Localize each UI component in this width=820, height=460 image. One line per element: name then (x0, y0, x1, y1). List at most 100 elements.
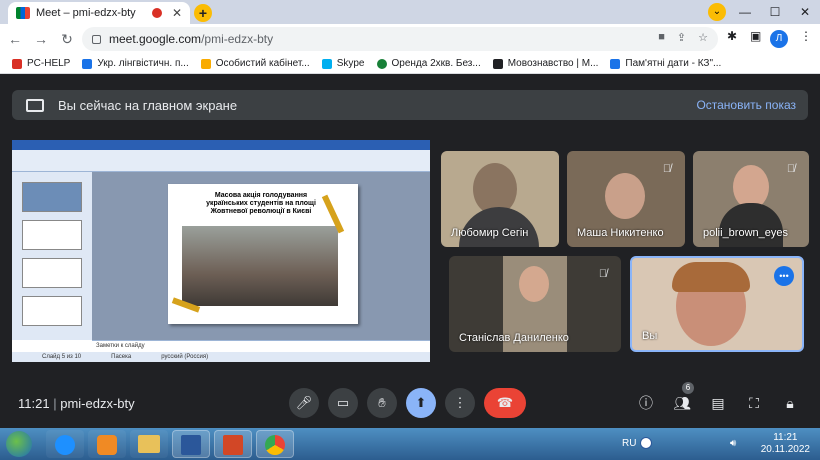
bookmark-item[interactable]: Особистий кабінет... (200, 58, 310, 69)
bookmark-item[interactable]: Оренда 2хкв. Без... (376, 58, 481, 69)
leave-call-icon[interactable]: ☎︎ (484, 388, 526, 418)
bookmark-item[interactable]: Мовознавство | М... (492, 58, 598, 69)
participant-tile[interactable]: 🎙̸ Станіслав Даниленко (449, 256, 621, 352)
shared-screen: Масова акція голодування українських сту… (12, 140, 430, 362)
ppt-slide-thumbnails (12, 172, 92, 340)
slide-notes: Заметки к слайду (92, 340, 430, 352)
meet-control-bar: 11:21 | pmi-edzx-bty 🎤︎ ▭ ✋︎ ⬆ ⋮ ☎︎ ⓘ 👥︎… (0, 378, 820, 428)
tab-strip: Meet – pmi-edzx-bty ✕ + ⌄ — ☐ ✕ (0, 0, 820, 24)
windows-taskbar: RU 🔊︎ 11:21 20.11.2022 (0, 428, 820, 460)
home-icon (376, 58, 387, 69)
forward-arrow-icon[interactable]: → (30, 31, 52, 47)
folder-icon (200, 58, 211, 69)
banner-text: Вы сейчас на главном экране (58, 97, 238, 113)
mic-off-icon: 🎙̸ (598, 268, 608, 280)
slide-photo (182, 226, 338, 306)
ppt-ribbon (12, 150, 430, 172)
plus-icon (12, 58, 22, 69)
tab-search-button[interactable]: ⌄ (708, 3, 726, 21)
tab-title: Meet – pmi-edzx-bty (36, 7, 136, 19)
present-screen-icon (26, 98, 44, 112)
participant-name: polii_brown_eyes (703, 227, 788, 239)
more-options-icon[interactable]: ••• (774, 266, 794, 286)
back-arrow-icon[interactable]: ← (4, 31, 26, 47)
camera-icon[interactable]: ▭ (328, 388, 358, 418)
word-icon[interactable] (172, 430, 210, 458)
bookmarks-bar: PC-HELP Укр. лінгвістичн. п... Особистий… (0, 54, 820, 74)
present-now-icon[interactable]: ⬆ (406, 388, 436, 418)
meeting-time: 11:21 | pmi-edzx-bty (18, 396, 135, 411)
language-indicator[interactable]: RU (622, 438, 636, 449)
url-path: /pmi-edzx-bty (201, 32, 274, 46)
mic-off-icon: 🎙̸ (662, 163, 672, 175)
minimize-button[interactable]: — (730, 2, 760, 22)
chrome-icon[interactable] (256, 430, 294, 458)
lock-icon (92, 34, 101, 44)
ppt-statusbar: Слайд 5 из 10 Пасека русский (Россия) (12, 352, 430, 362)
clock[interactable]: 11:21 20.11.2022 (761, 432, 810, 456)
star-icon[interactable]: ☆ (698, 31, 708, 44)
profile-avatar[interactable]: Л (770, 30, 788, 48)
participant-face (519, 266, 549, 302)
ie-icon[interactable] (46, 430, 84, 458)
help-icon[interactable] (640, 437, 652, 449)
share-icon[interactable]: ⇪ (677, 31, 686, 44)
media-player-icon[interactable] (88, 430, 126, 458)
ppt-titlebar (12, 140, 430, 150)
globe-icon (82, 58, 93, 69)
presenting-banner: Вы сейчас на главном экране Остановить п… (12, 90, 808, 120)
participant-tile[interactable]: Любомир Сегін (441, 151, 559, 247)
chat-icon[interactable]: ▤ (709, 394, 727, 412)
tab-close-icon[interactable]: ✕ (172, 6, 182, 20)
browser-toolbar: ← → ↻ meet.google.com /pmi-edzx-bty ■ ⇪ … (0, 24, 820, 54)
slide: Масова акція голодування українських сту… (168, 184, 358, 324)
explorer-icon[interactable] (130, 430, 168, 458)
mountain-icon (610, 58, 621, 69)
window-controls: — ☐ ✕ (730, 2, 820, 22)
volume-icon[interactable]: 🔊︎ (730, 438, 736, 449)
recording-dot-icon (151, 8, 162, 18)
more-options-icon[interactable]: ⋮ (445, 388, 475, 418)
address-bar[interactable]: meet.google.com /pmi-edzx-bty ■ ⇪ ☆ (82, 27, 718, 51)
url-host: meet.google.com (109, 32, 202, 46)
participant-tile[interactable]: 🎙̸ Маша Никитенко (567, 151, 685, 247)
people-icon[interactable]: 👥︎ (673, 394, 691, 412)
camera-permission-icon[interactable]: ■ (658, 31, 665, 44)
skype-icon (321, 58, 332, 69)
bookmark-item[interactable]: PC-HELP (12, 58, 70, 69)
microphone-icon[interactable]: 🎤︎ (289, 388, 319, 418)
self-tile[interactable]: ••• Вы (630, 256, 804, 352)
slide-title: Масова акція голодування українських сту… (206, 192, 316, 215)
side-panel-icon[interactable]: ▣ (750, 29, 761, 43)
bookmark-item[interactable]: Пам'ятні дати - КЗ"... (610, 58, 721, 69)
participant-name: Маша Никитенко (577, 227, 664, 239)
self-hair (672, 262, 750, 292)
wix-icon (492, 58, 503, 69)
activities-icon[interactable]: ⛶ (745, 394, 763, 412)
participant-tile[interactable]: 🎙̸ polii_brown_eyes (693, 151, 809, 247)
powerpoint-icon[interactable] (214, 430, 252, 458)
mic-off-icon: 🎙̸ (786, 163, 796, 175)
reload-icon[interactable]: ↻ (56, 31, 78, 48)
bookmark-item[interactable]: Skype (321, 58, 365, 69)
stop-presenting-button[interactable]: Остановить показ (696, 98, 796, 112)
menu-icon[interactable]: ⋮ (800, 29, 812, 43)
close-window-button[interactable]: ✕ (790, 2, 820, 22)
participant-name: Любомир Сегін (451, 227, 529, 239)
tab-meet[interactable]: Meet – pmi-edzx-bty ✕ (8, 2, 190, 24)
start-button[interactable] (6, 431, 32, 457)
bookmark-item[interactable]: Укр. лінгвістичн. п... (82, 58, 189, 69)
participant-name: Вы (642, 330, 658, 342)
participant-count: 6 (682, 382, 694, 394)
participant-name: Станіслав Даниленко (459, 332, 569, 344)
ppt-slide-area: Масова акція голодування українських сту… (92, 172, 430, 340)
participant-video-body (719, 203, 783, 247)
participant-video (605, 173, 645, 219)
meet-favicon-icon (16, 7, 30, 19)
new-tab-button[interactable]: + (194, 4, 212, 22)
info-icon[interactable]: ⓘ (637, 394, 655, 412)
host-controls-icon[interactable]: 🔒︎ (781, 394, 799, 412)
extensions-icon[interactable]: ✱ (727, 29, 737, 43)
raise-hand-icon[interactable]: ✋︎ (367, 388, 397, 418)
maximize-button[interactable]: ☐ (760, 2, 790, 22)
